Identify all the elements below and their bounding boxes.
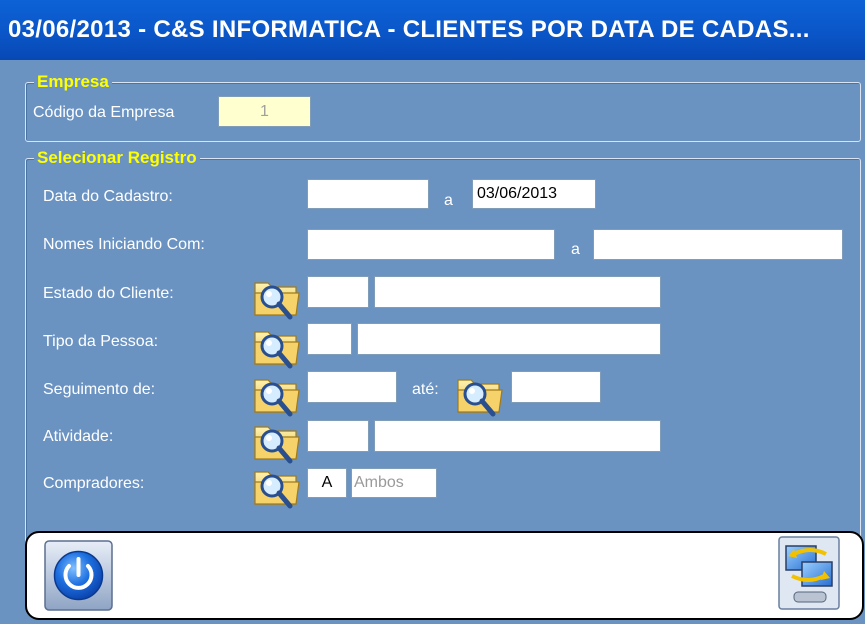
power-icon <box>44 540 113 611</box>
compradores-code-input[interactable]: A <box>307 468 347 498</box>
seguimento-ate-label: até: <box>412 381 439 398</box>
registro-legend: Selecionar Registro <box>34 149 200 167</box>
transfer-button[interactable] <box>778 536 840 610</box>
codigo-empresa-label: Código da Empresa <box>33 104 175 121</box>
atividade-search-button[interactable] <box>252 417 302 465</box>
tipo-code-input[interactable] <box>307 323 352 355</box>
folder-search-icon <box>457 379 503 417</box>
atividade-label: Atividade: <box>43 428 114 445</box>
nomes-to-input[interactable] <box>593 229 843 260</box>
seguimento-from-input[interactable] <box>307 371 397 403</box>
nomes-label: Nomes Iniciando Com: <box>43 236 205 253</box>
tipo-search-button[interactable] <box>252 322 302 370</box>
data-cadastro-separator: a <box>444 192 453 209</box>
seguimento-from-search-button[interactable] <box>252 370 302 418</box>
estado-code-input[interactable] <box>307 276 369 308</box>
folder-search-icon <box>254 282 300 320</box>
estado-label: Estado do Cliente: <box>43 285 174 302</box>
codigo-empresa-field: 1 <box>218 96 311 127</box>
seguimento-to-search-button[interactable] <box>455 370 505 418</box>
data-cadastro-from-input[interactable] <box>307 179 429 209</box>
data-cadastro-label: Data do Cadastro: <box>43 188 173 205</box>
window-title: 03/06/2013 - C&S INFORMATICA - CLIENTES … <box>0 0 865 60</box>
empresa-legend: Empresa <box>34 73 112 91</box>
computer-transfer-icon <box>778 536 840 610</box>
nomes-separator: a <box>571 241 580 258</box>
estado-search-button[interactable] <box>252 273 302 321</box>
nomes-from-input[interactable] <box>307 229 555 260</box>
folder-search-icon <box>254 426 300 464</box>
atividade-code-input[interactable] <box>307 420 369 452</box>
exit-power-button[interactable] <box>44 540 113 611</box>
folder-search-icon <box>254 379 300 417</box>
atividade-desc-field[interactable] <box>374 420 661 452</box>
data-cadastro-to-input[interactable]: 03/06/2013 <box>472 179 596 209</box>
compradores-desc-field: Ambos <box>351 468 437 498</box>
folder-search-icon <box>254 331 300 369</box>
estado-desc-field[interactable] <box>374 276 661 308</box>
seguimento-label: Seguimento de: <box>43 381 156 398</box>
compradores-search-button[interactable] <box>252 462 302 510</box>
tipo-label: Tipo da Pessoa: <box>43 333 159 350</box>
seguimento-to-input[interactable] <box>511 371 601 403</box>
registro-group: Selecionar Registro <box>25 149 861 573</box>
folder-search-icon <box>254 471 300 509</box>
tipo-desc-field[interactable] <box>357 323 661 355</box>
button-panel <box>25 531 864 620</box>
compradores-label: Compradores: <box>43 475 145 492</box>
